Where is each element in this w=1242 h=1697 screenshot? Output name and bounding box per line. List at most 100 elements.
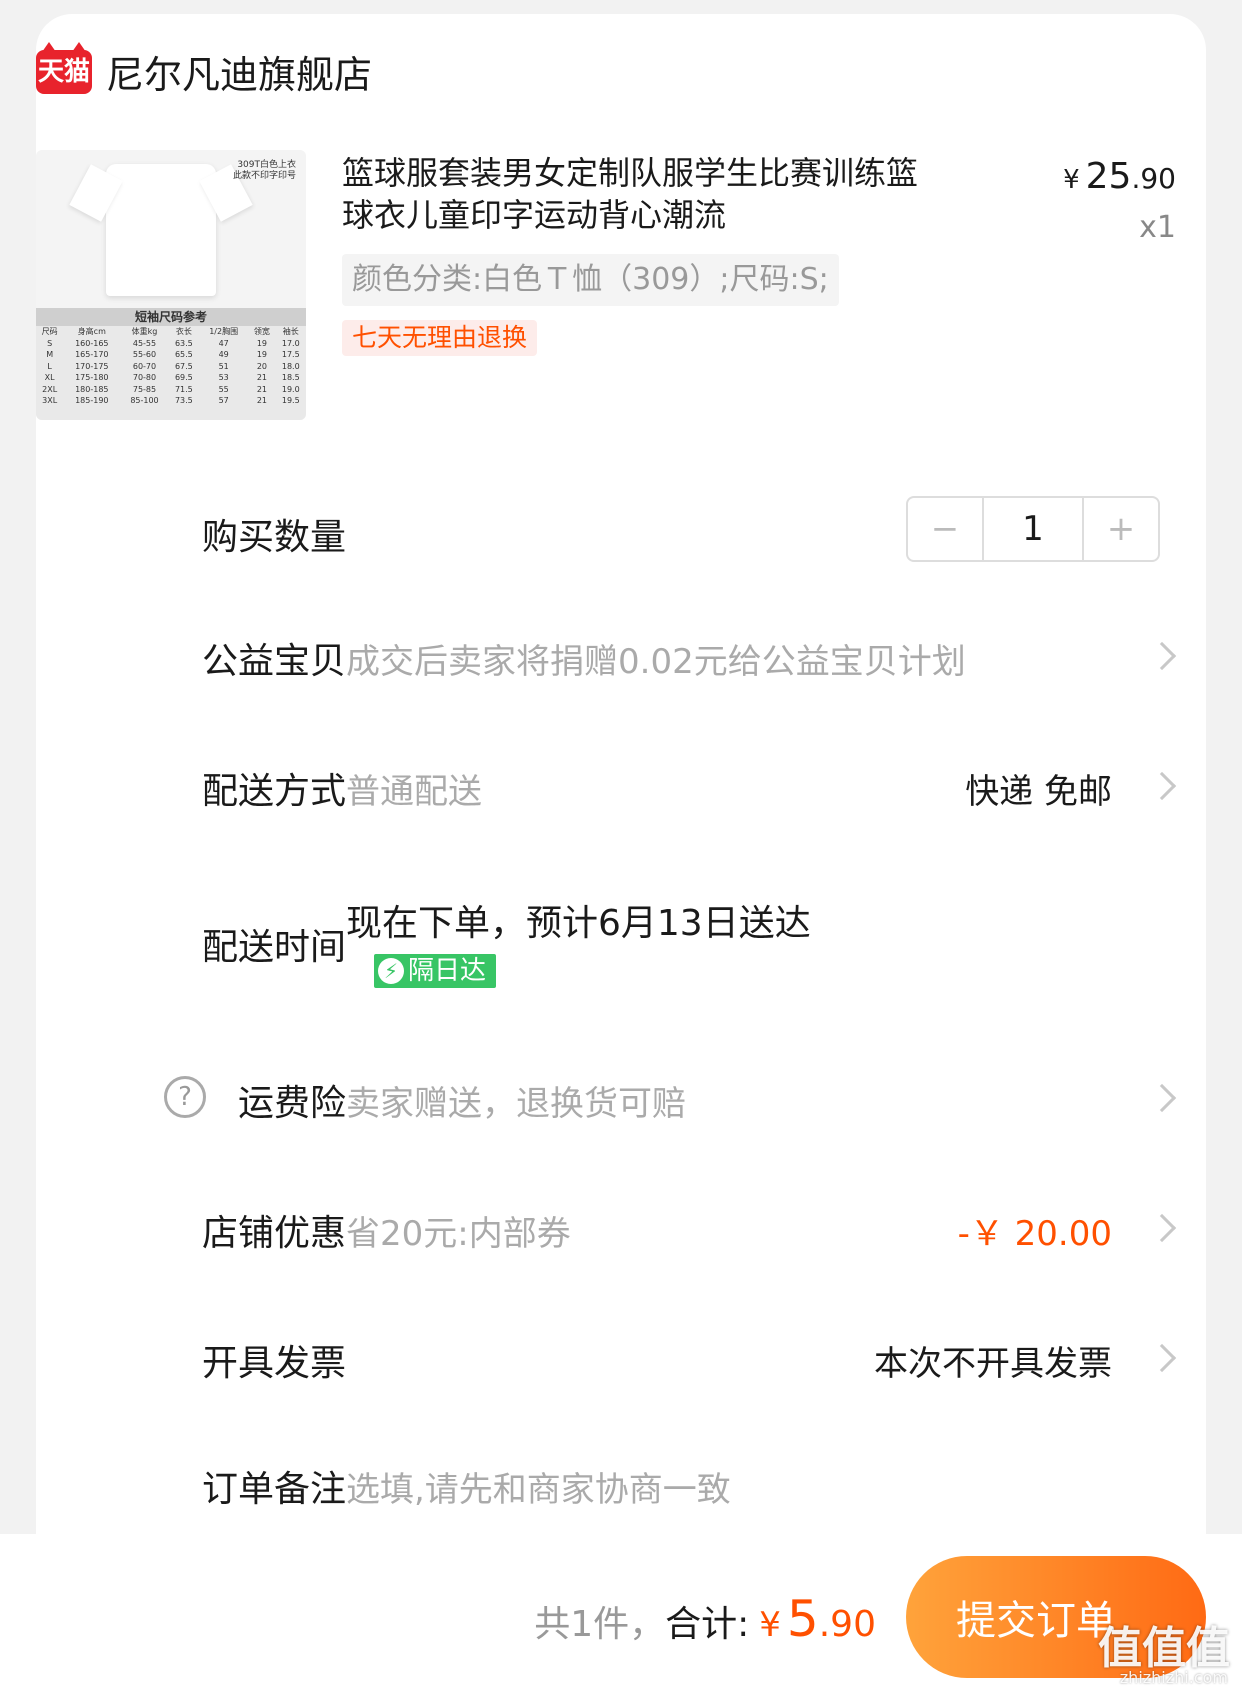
size-chart-cell: 19.0 — [281, 384, 300, 394]
total-integer: 5 — [786, 1590, 819, 1648]
size-chart-cell: 尺码 — [41, 327, 58, 336]
size-chart-cell: 18.0 — [281, 361, 300, 371]
order-summary: 共1件，合计: ¥5.90 — [534, 1590, 876, 1648]
tmall-logo: 天猫 — [36, 41, 92, 94]
item-count: 共1件， — [534, 1604, 666, 1645]
delivery-time-label: 配送时间 — [201, 927, 346, 968]
size-chart-cell: 1/2胸围 — [209, 327, 239, 336]
image-tag-line: 此款不印字印号 — [232, 171, 296, 181]
size-chart-cell: 3XL — [42, 396, 58, 405]
size-chart-cell: 21 — [256, 384, 268, 394]
size-chart-cell: XL — [44, 373, 55, 382]
image-tag: 309T白色上衣 此款不印字印号 — [233, 160, 296, 182]
size-chart-cell: 73.5 — [174, 396, 193, 405]
size-chart-cell: 17.0 — [281, 338, 300, 348]
size-chart-cell: 65.5 — [174, 350, 193, 359]
size-chart-title: 短袖尺码参考 — [36, 308, 306, 326]
size-chart-cell: 2XL — [42, 384, 58, 394]
shop-discount-amount[interactable]: -￥ 20.00 — [958, 1206, 1112, 1255]
quantity-stepper[interactable]: − 1 + — [906, 496, 1160, 562]
shipping-insurance-value[interactable]: 卖家赠送，退换货可赔 — [346, 1076, 686, 1125]
size-chart-cell: 衣长 — [175, 327, 192, 336]
product-price: ¥25.90 — [1063, 156, 1176, 197]
size-chart-cell: 19 — [256, 350, 268, 359]
watermark-url: zhizhizhi.com — [1119, 1668, 1228, 1687]
return-policy-badge: 七天无理由退换 — [342, 320, 538, 356]
size-chart-cell: 175-180 — [75, 373, 109, 382]
invoice-label: 开具发票 — [201, 1343, 346, 1384]
increment-button[interactable]: + — [1084, 498, 1158, 560]
quantity-label: 购买数量 — [201, 517, 346, 558]
next-day-badge: ⚡ 隔日达 — [374, 954, 497, 988]
size-chart-cell: 160-165 — [75, 338, 109, 348]
product-quantity: x1 — [1139, 210, 1176, 245]
price-currency: ¥ — [1063, 165, 1080, 195]
tshirt-image — [106, 164, 216, 296]
size-chart-cell: 55 — [218, 384, 229, 394]
total-label: 合计: — [665, 1604, 750, 1645]
size-chart-cell: 63.5 — [174, 338, 193, 348]
size-chart-cell: 20 — [256, 361, 268, 371]
sku-selection[interactable]: 颜色分类:白色Ｔ恤（309）;尺码:S; — [342, 254, 839, 306]
invoice-value[interactable]: 本次不开具发票 — [874, 1336, 1112, 1385]
order-note-input[interactable]: 选填,请先和商家协商一致 — [346, 1462, 731, 1511]
size-chart-cell: 53 — [218, 373, 229, 382]
size-chart-cell: 19.5 — [281, 396, 300, 405]
shop-discount-coupon[interactable]: 省20元:内部券 — [346, 1206, 571, 1255]
size-chart-cell: 185-190 — [75, 396, 109, 405]
size-chart-cell: 57 — [218, 396, 229, 405]
size-chart-cell: 71.5 — [174, 384, 193, 394]
shop-header[interactable]: 天猫 尼尔凡迪旗舰店 — [36, 41, 372, 99]
shop-name[interactable]: 尼尔凡迪旗舰店 — [106, 44, 372, 99]
delivery-label: 配送方式 — [201, 771, 346, 812]
size-chart-cell: 67.5 — [174, 361, 193, 371]
size-chart-row: XL 175-180 70-80 69.5 53 21 18.5 — [36, 372, 306, 384]
size-chart-row: 2XL 180-185 75-85 71.5 55 21 19.0 — [36, 384, 306, 396]
size-chart-table: 尺码 身高cm 体重kg 衣长 1/2胸围 领宽 袖长 S 160-165 45-55 63.5 47… — [36, 326, 306, 407]
next-day-text: 隔日达 — [408, 956, 487, 986]
size-chart-cell: 85-100 — [130, 396, 159, 405]
size-chart-cell: 60-70 — [132, 361, 157, 371]
image-tag-line: 309T白色上衣 — [237, 160, 296, 170]
charity-value[interactable]: 成交后卖家将捐赠0.02元给公益宝贝计划 — [346, 634, 966, 683]
delivery-fee[interactable]: 快递 免邮 — [965, 764, 1112, 813]
shop-discount-label: 店铺优惠 — [201, 1213, 346, 1254]
delivery-eta: 现在下单，预计6月13日送达 — [346, 903, 811, 944]
price-decimal: .90 — [1131, 162, 1176, 195]
size-chart-cell: 47 — [218, 338, 229, 348]
size-chart-cell: M — [46, 350, 54, 359]
size-chart-cell: 75-85 — [132, 384, 157, 394]
size-chart-cell: 17.5 — [281, 350, 300, 359]
size-chart-cell: 21 — [256, 373, 268, 382]
size-chart-cell: 体重kg — [131, 327, 158, 336]
size-chart-cell: L — [47, 361, 52, 371]
product-thumbnail[interactable]: 309T白色上衣 此款不印字印号 短袖尺码参考 尺码 身高cm 体重kg 衣长 1/2胸… — [36, 150, 306, 420]
size-chart: 短袖尺码参考 尺码 身高cm 体重kg 衣长 1/2胸围 领宽 袖长 S 160-165 45-5… — [36, 308, 306, 420]
size-chart-cell: 袖长 — [282, 327, 299, 336]
size-chart-row: L 170-175 60-70 67.5 51 20 18.0 — [36, 361, 306, 373]
size-chart-cell: 70-80 — [132, 373, 157, 382]
size-chart-header-row: 尺码 身高cm 体重kg 衣长 1/2胸围 领宽 袖长 — [36, 326, 306, 338]
size-chart-cell: 身高cm — [77, 327, 106, 336]
size-chart-row: S 160-165 45-55 63.5 47 19 17.0 — [36, 338, 306, 350]
total-currency: ¥ — [759, 1605, 781, 1645]
total-decimal: .90 — [818, 1604, 876, 1645]
size-chart-cell: 21 — [256, 396, 268, 405]
size-chart-cell: 19 — [256, 338, 268, 348]
size-chart-cell: 18.5 — [281, 373, 300, 382]
charity-label: 公益宝贝 — [201, 641, 346, 682]
size-chart-cell: S — [47, 338, 53, 348]
size-chart-cell: 49 — [218, 350, 229, 359]
decrement-button[interactable]: − — [908, 498, 982, 560]
size-chart-cell: 51 — [218, 361, 229, 371]
product-title[interactable]: 篮球服套装男女定制队服学生比赛训练篮球衣儿童印字运动背心潮流 — [342, 152, 942, 236]
delivery-method[interactable]: 普通配送 — [346, 764, 482, 813]
size-chart-cell: 180-185 — [75, 384, 109, 394]
size-chart-cell: 69.5 — [174, 373, 193, 382]
size-chart-row: M 165-170 55-60 65.5 49 19 17.5 — [36, 349, 306, 361]
size-chart-row: 3XL 185-190 85-100 73.5 57 21 19.5 — [36, 395, 306, 407]
lightning-icon: ⚡ — [378, 958, 404, 984]
order-note-label: 订单备注 — [201, 1469, 346, 1510]
size-chart-cell: 45-55 — [132, 338, 157, 348]
quantity-value[interactable]: 1 — [982, 498, 1084, 560]
